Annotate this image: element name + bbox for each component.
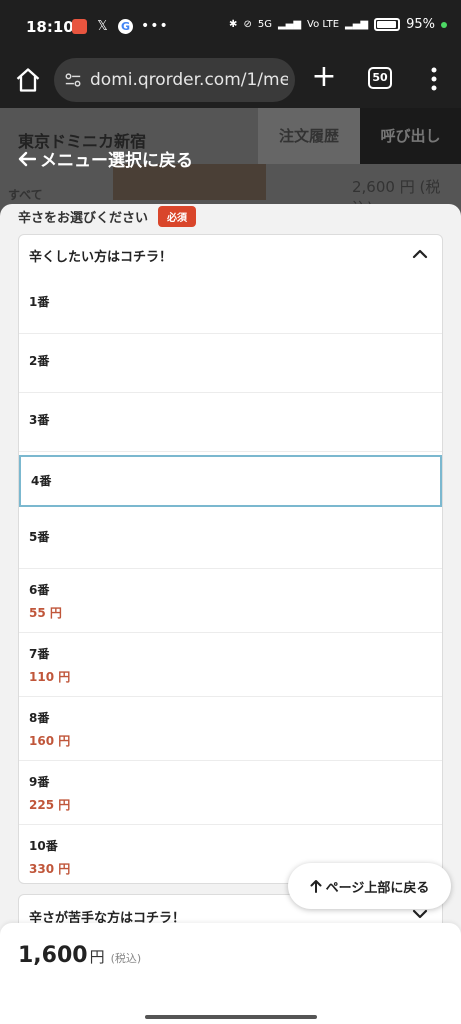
- price-footer: 1,600 円 (税込): [0, 923, 461, 1024]
- option-name: 1番: [29, 295, 50, 309]
- option-item[interactable]: 6番 55 円: [19, 569, 442, 633]
- x-app-icon: 𝕏: [97, 18, 108, 34]
- signal-icon: ▂▄▆: [277, 19, 302, 30]
- address-bar[interactable]: domi.qrorder.com/1/mea: [54, 58, 295, 102]
- new-tab-icon[interactable]: +: [310, 62, 338, 92]
- mute-icon: ⊘: [243, 19, 252, 30]
- option-name: 5番: [29, 530, 50, 544]
- browser-toolbar: domi.qrorder.com/1/mea + 50: [0, 52, 461, 108]
- network-5g: 5G: [257, 19, 272, 30]
- option-name: 8番: [29, 711, 50, 725]
- chevron-down-icon[interactable]: [412, 907, 428, 921]
- battery-icon: [374, 18, 401, 31]
- privacy-indicator-icon: [441, 21, 447, 28]
- system-icons: ✱ ⊘ 5G ▂▄▆ Vo LTE ▂▄▆ 95%: [229, 17, 447, 32]
- scroll-to-top-button[interactable]: ページ上部に戻る: [288, 863, 451, 909]
- tab-switcher-button[interactable]: 50: [368, 67, 392, 89]
- app-notification-icon: [72, 18, 87, 34]
- required-badge: 必須: [158, 206, 197, 227]
- more-notifications-icon: •••: [141, 18, 169, 34]
- arrow-up-icon: [310, 880, 322, 893]
- option-name: 9番: [29, 775, 50, 789]
- option-price: 225 円: [29, 798, 71, 812]
- option-price: 55 円: [29, 606, 62, 620]
- google-icon: G: [118, 18, 133, 34]
- option-name: 4番: [31, 474, 52, 488]
- option-item[interactable]: 7番 110 円: [19, 633, 442, 697]
- scroll-to-top-label: ページ上部に戻る: [325, 880, 430, 896]
- section-header: 辛さをお選びください 必須: [18, 206, 197, 227]
- chevron-up-icon[interactable]: [412, 247, 428, 261]
- signal-icon-2: ▂▄▆: [345, 19, 369, 30]
- option-sheet: 辛さをお選びください 必須 辛くしたい方はコチラ！ 1番 2番 3番 4番 5番…: [0, 204, 461, 1024]
- tax-note: (税込): [110, 952, 142, 965]
- option-item[interactable]: 5番: [19, 510, 442, 569]
- back-to-menu-link[interactable]: メニュー選択に戻る: [18, 146, 193, 171]
- total-amount: 1,600: [18, 943, 88, 968]
- arrow-left-icon: [18, 151, 36, 166]
- url-text: domi.qrorder.com/1/mea: [90, 70, 288, 90]
- option-item-selected[interactable]: 4番: [19, 455, 442, 507]
- option-item[interactable]: 8番 160 円: [19, 697, 442, 761]
- category-label: すべて: [8, 188, 43, 202]
- home-icon[interactable]: [14, 66, 42, 94]
- option-item[interactable]: 3番: [19, 393, 442, 452]
- more-options-icon[interactable]: [424, 64, 444, 94]
- option-name: 3番: [29, 413, 50, 427]
- option-name: 7番: [29, 647, 50, 661]
- total-currency: 円: [89, 948, 105, 966]
- total-price: 1,600 円 (税込): [18, 943, 141, 968]
- option-name: 6番: [29, 583, 50, 597]
- option-name: 2番: [29, 354, 50, 368]
- status-bar: 18:10 𝕏 G ••• ✱ ⊘ 5G ▂▄▆ Vo LTE ▂▄▆ 95%: [0, 0, 461, 52]
- call-staff-button: 呼び出し: [360, 108, 461, 164]
- order-history-button: 注文履歴: [258, 108, 360, 164]
- accordion-spicy: 辛くしたい方はコチラ！ 1番 2番 3番 4番 5番 6番 55 円 7番 11…: [18, 234, 443, 884]
- accordion-title: 辛くしたい方はコチラ！: [29, 250, 173, 265]
- accordion-header-spicy[interactable]: 辛くしたい方はコチラ！: [19, 235, 442, 275]
- section-label: 辛さをお選びください: [18, 211, 149, 226]
- battery-level: 95%: [406, 17, 435, 32]
- back-label: メニュー選択に戻る: [40, 151, 193, 171]
- status-time: 18:10: [26, 18, 74, 36]
- option-price: 160 円: [29, 734, 71, 748]
- network-volte: Vo LTE: [307, 19, 340, 30]
- option-name: 10番: [29, 839, 58, 853]
- option-price: 110 円: [29, 670, 71, 684]
- option-item[interactable]: 1番: [19, 275, 442, 334]
- site-settings-icon[interactable]: [64, 71, 82, 89]
- option-item[interactable]: 2番: [19, 334, 442, 393]
- bluetooth-icon: ✱: [229, 19, 238, 30]
- home-indicator[interactable]: [145, 1015, 317, 1019]
- option-item[interactable]: 9番 225 円: [19, 761, 442, 825]
- notification-icons: 𝕏 G •••: [72, 18, 169, 34]
